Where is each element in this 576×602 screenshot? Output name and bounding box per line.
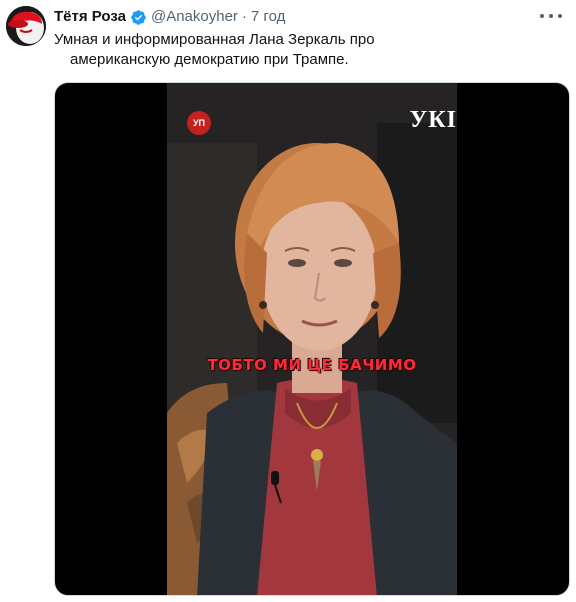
tweet-text-line2: американскую демократию при Трампе. (70, 51, 349, 68)
channel-corner-logo: УКІ (409, 107, 457, 133)
tweet-text: Умная и информированная Лана Зеркаль про… (54, 30, 375, 70)
tweet-text-line1: Умная и информированная Лана Зеркаль про (54, 31, 375, 48)
channel-badge-logo: УП (187, 111, 211, 135)
video-caption: ТОБТО МИ ЦЕ БАЧИМО (207, 356, 417, 374)
avatar-image (6, 6, 46, 46)
separator-dot: · (241, 8, 247, 25)
tweet-card: Тётя Роза @Anakoyher · 7 год Умная и инф… (0, 0, 576, 602)
video-frame[interactable]: УП УКІ ТОБТО МИ ЦЕ БАЧИМО (167, 83, 457, 595)
tweet-header: Тётя Роза @Anakoyher · 7 год (54, 8, 285, 26)
timestamp[interactable]: 7 год (251, 8, 285, 26)
video-still (167, 83, 457, 595)
display-name[interactable]: Тётя Роза (54, 8, 126, 26)
video-media[interactable]: УП УКІ ТОБТО МИ ЦЕ БАЧИМО (54, 82, 570, 596)
avatar[interactable] (6, 6, 46, 46)
more-dots-icon[interactable] (540, 10, 562, 22)
handle[interactable]: @Anakoyher (151, 8, 238, 26)
verified-badge-icon (131, 9, 146, 25)
